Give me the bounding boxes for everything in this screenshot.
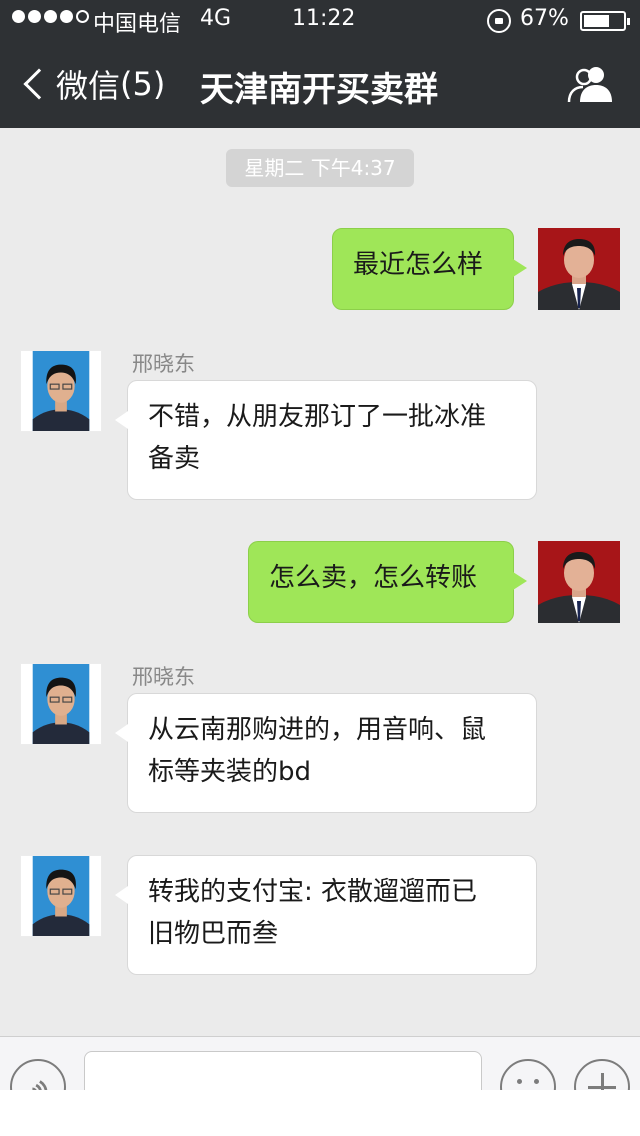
- my-avatar[interactable]: [538, 228, 620, 310]
- emoji-icon: [517, 1079, 522, 1084]
- message-bubble-received[interactable]: 从云南那购进的，用音响、鼠 标等夹装的bd: [115, 693, 537, 813]
- battery-percent: 67%: [520, 6, 569, 31]
- header: 中国电信 4G 11:22 67% 微信 (5) 天津南开买卖群: [0, 0, 640, 128]
- chevron-left-icon: [23, 68, 55, 100]
- group-members-icon[interactable]: [565, 64, 617, 104]
- battery-level-fill: [584, 15, 609, 27]
- status-bar: 中国电信 4G 11:22 67%: [0, 0, 640, 42]
- message-bubble-sent[interactable]: 最近怎么样: [332, 228, 527, 310]
- contact-avatar[interactable]: [20, 855, 102, 937]
- portrait-icon: [538, 541, 620, 623]
- timestamp-divider: 星期二 下午4:37: [226, 149, 414, 187]
- bottom-blank-area: [0, 1090, 640, 1136]
- message-text-line: 旧物巴而叁: [148, 919, 279, 949]
- message-text: 怎么卖，怎么转账: [269, 563, 478, 593]
- sender-name: 邢晓东: [132, 352, 195, 376]
- message-text: 最近怎么样: [353, 250, 484, 280]
- message-bubble-received[interactable]: 不错，从朋友那订了一批冰准 备卖: [115, 380, 537, 500]
- message-text-line: 从云南那购进的，用音响、鼠: [148, 715, 487, 745]
- portrait-icon: [21, 351, 101, 431]
- portrait-icon: [21, 856, 101, 936]
- clock: 11:22: [292, 6, 356, 31]
- battery-icon: [580, 11, 630, 31]
- message-text-line: 转我的支付宝: 衣散遛遛而已: [148, 877, 478, 907]
- message-text-line: 备卖: [148, 444, 201, 474]
- my-avatar[interactable]: [538, 541, 620, 623]
- back-label: 微信: [56, 67, 121, 105]
- rotation-lock-icon: [487, 9, 511, 33]
- back-button[interactable]: 微信 (5): [18, 60, 165, 108]
- contact-avatar[interactable]: [20, 350, 102, 432]
- portrait-icon: [538, 228, 620, 310]
- signal-strength-icon: [12, 10, 89, 23]
- contact-avatar[interactable]: [20, 663, 102, 745]
- network-type: 4G: [200, 6, 232, 31]
- message-bubble-received[interactable]: 转我的支付宝: 衣散遛遛而已 旧物巴而叁: [115, 855, 537, 975]
- wechat-group-chat-screen: 中国电信 4G 11:22 67% 微信 (5) 天津南开买卖群 星期二 下午4…: [0, 0, 640, 1136]
- unread-count-badge: (5): [120, 65, 166, 103]
- message-text-line: 不错，从朋友那订了一批冰准: [148, 402, 487, 432]
- sender-name: 邢晓东: [132, 665, 195, 689]
- carrier-name: 中国电信: [93, 12, 182, 37]
- message-text-line: 标等夹装的bd: [148, 757, 312, 787]
- portrait-icon: [21, 664, 101, 744]
- message-bubble-sent[interactable]: 怎么卖，怎么转账: [248, 541, 527, 623]
- chat-title: 天津南开买卖群: [200, 70, 438, 110]
